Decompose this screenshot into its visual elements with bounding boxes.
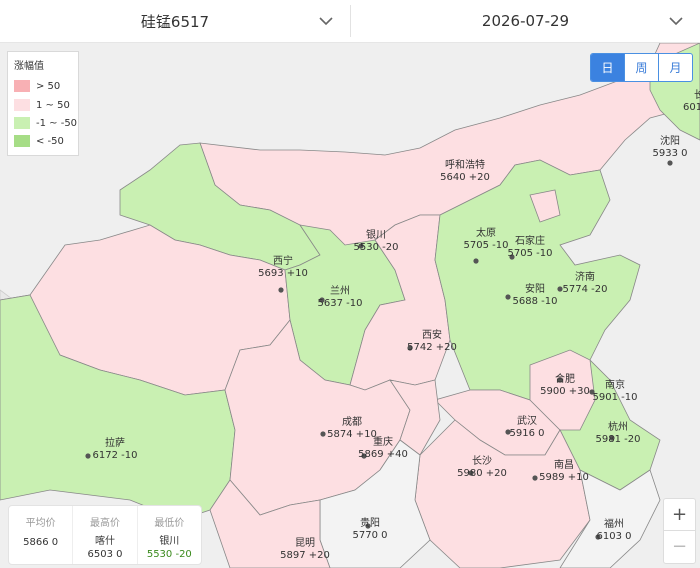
map-canvas[interactable]: 呼和浩特5640 +20沈阳5933 0银川5530 -20太原5705 -10…: [0, 43, 700, 568]
high-price-stat: 最高价 喀什 6503 0: [72, 506, 136, 564]
zoom-in-button[interactable]: +: [664, 499, 695, 530]
low-price-value: 5530 -20: [146, 549, 192, 560]
low-price-label: 最低价: [154, 518, 185, 529]
price-map[interactable]: 呼和浩特 5640 +20 沈阳 5933 0 银川 5530 -20 太原 5705 -10…: [0, 43, 700, 568]
chevron-down-icon: [319, 17, 333, 26]
city-name: 昆明: [295, 537, 315, 549]
city-name: 石家庄: [515, 234, 545, 247]
period-toggle: 日 周 月: [590, 53, 693, 82]
city-price: 5869 +40: [358, 449, 408, 460]
edge-city-name: 长: [694, 89, 700, 101]
legend-label: < -50: [36, 135, 64, 147]
city-price: 5693 +10: [258, 268, 308, 279]
chevron-down-icon: [669, 17, 683, 26]
city-price: 5897 +20: [280, 550, 330, 561]
high-price-city: 喀什: [94, 536, 115, 547]
legend-title: 涨幅值: [14, 61, 44, 72]
city-price: 5530 -20: [354, 242, 399, 253]
legend-item: -1 ~ -50: [14, 117, 77, 129]
city-name: 西安: [422, 328, 442, 341]
city-price: 5770 0: [353, 530, 388, 541]
legend-swatch: [14, 99, 30, 111]
legend-item: > 50: [14, 80, 60, 92]
product-selector[interactable]: 硅锰6517: [0, 0, 350, 42]
city-name: 长沙: [472, 455, 492, 467]
city-dot: [85, 453, 91, 459]
legend-label: > 50: [36, 80, 61, 92]
period-week-button[interactable]: 周: [624, 54, 658, 81]
city-name: 兰州: [330, 284, 350, 297]
city-price: 5981 -20: [596, 434, 641, 445]
city-price: 5916 0: [510, 428, 545, 439]
avg-price-value: 5866 0: [23, 537, 59, 548]
city-name: 南昌: [554, 458, 574, 471]
city-dot: [278, 287, 284, 293]
high-price-label: 最高价: [89, 518, 120, 529]
city-name: 西宁: [273, 254, 293, 267]
city-price: 5900 +30: [540, 386, 590, 397]
city-name: 银川: [366, 228, 386, 241]
city-price: 5688 -10: [513, 296, 558, 307]
date-selector[interactable]: 2026-07-29: [351, 0, 700, 42]
zoom-out-button[interactable]: −: [664, 530, 695, 562]
city-price: 5933 0: [653, 148, 688, 159]
low-price-stat: 最低价 银川 5530 -20: [136, 506, 201, 564]
city-price: 5640 +20: [440, 172, 490, 183]
city-price: 5901 -10: [593, 392, 638, 403]
legend-label: -1 ~ -50: [36, 117, 78, 129]
legend-swatch: [14, 135, 30, 147]
city-price: 6103 0: [597, 531, 632, 542]
city-name: 济南: [575, 270, 595, 283]
top-bar: 硅锰6517 2026-07-29: [0, 0, 700, 43]
city-name: 合肥: [555, 372, 575, 385]
city-name: 贵阳: [360, 516, 380, 529]
city-price: 5637 -10: [318, 298, 363, 309]
city-price: 5980 +20: [457, 468, 507, 479]
city-price: 6172 -10: [93, 450, 138, 461]
legend-item: < -50: [14, 135, 64, 147]
high-price-value: 6503 0: [87, 549, 123, 560]
city-name: 太原: [476, 226, 496, 239]
city-dot: [505, 294, 511, 300]
legend-swatch: [14, 117, 30, 129]
city-name: 杭州: [608, 420, 628, 433]
city-name: 武汉: [517, 414, 537, 427]
date-selector-value: 2026-07-29: [481, 12, 570, 30]
avg-price-label: 平均价: [25, 518, 56, 529]
legend-item: 1 ~ 50: [14, 99, 70, 111]
city-price: 5989 +10: [539, 472, 589, 483]
city-name: 沈阳: [660, 134, 680, 147]
zoom-control: + −: [663, 498, 696, 564]
legend-label: 1 ~ 50: [36, 99, 70, 111]
period-month-button[interactable]: 月: [658, 54, 692, 81]
city-name: 重庆: [373, 435, 393, 448]
city-dot: [667, 160, 673, 166]
avg-price-stat: 平均价 5866 0: [9, 506, 72, 564]
low-price-city: 银川: [159, 536, 180, 547]
city-name: 成都: [342, 416, 362, 428]
city-price: 5705 -10: [464, 240, 509, 251]
city-name: 呼和浩特: [445, 159, 485, 171]
city-price: 5705 -10: [508, 248, 553, 259]
product-selector-value: 硅锰6517: [140, 12, 210, 31]
city-name: 福州: [604, 517, 624, 530]
city-name: 安阳: [525, 282, 545, 295]
city-price: 5774 -20: [563, 284, 608, 295]
city-dot: [532, 475, 538, 481]
city-price: 5742 +20: [407, 342, 457, 353]
edge-city-price: 601: [683, 102, 700, 113]
city-dot: [473, 258, 479, 264]
city-name: 拉萨: [105, 436, 125, 449]
period-day-button[interactable]: 日: [591, 54, 624, 81]
city-name: 南京: [605, 378, 625, 391]
city-dot: [320, 431, 326, 437]
city-price: 5874 +10: [327, 429, 377, 440]
price-stats-panel: 平均价 5866 0 最高价 喀什 6503 0 最低价 银川 5530 -20: [8, 505, 202, 565]
legend-swatch: [14, 80, 30, 92]
map-legend: 涨幅值 > 50 1 ~ 50 -1 ~ -50 < -50: [7, 51, 79, 156]
